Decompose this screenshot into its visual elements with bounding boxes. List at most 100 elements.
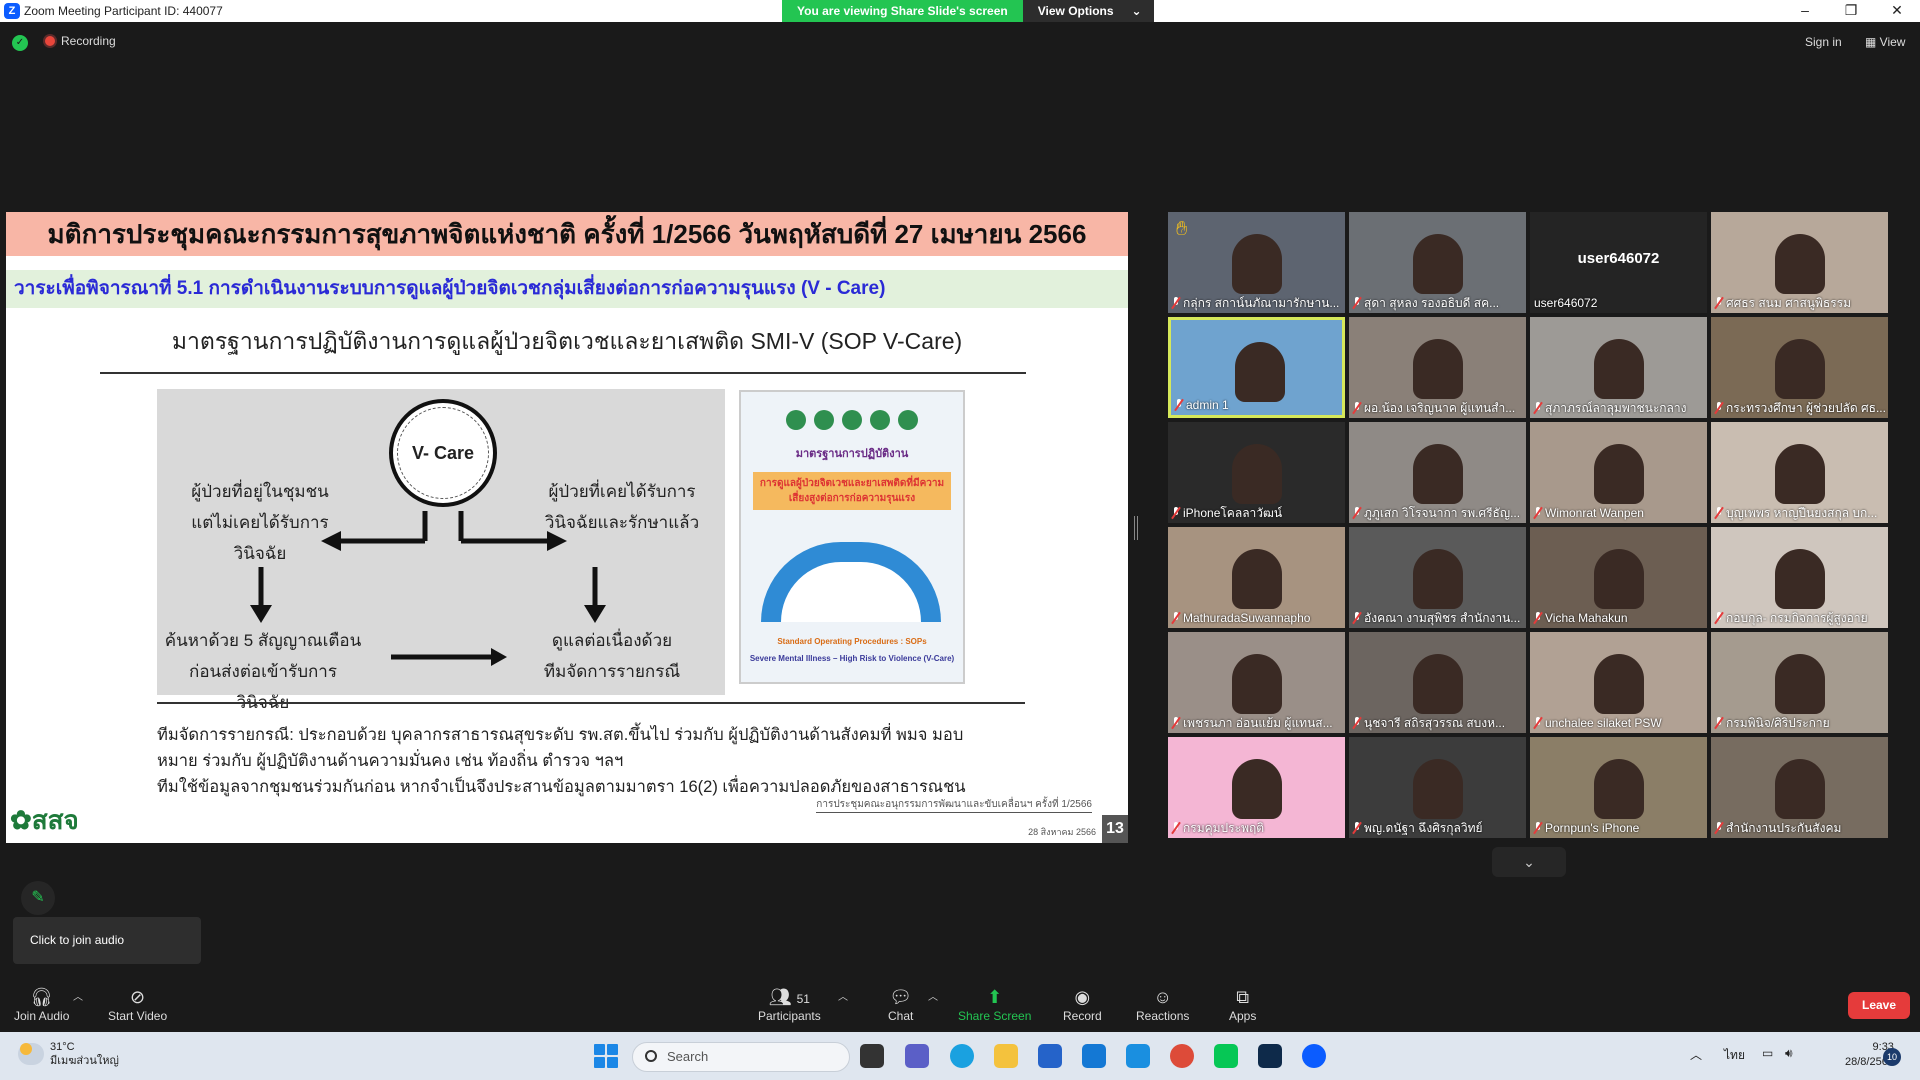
participant-tile[interactable]: ภูภูเสก วิโรจนากา รพ.ศรีธัญ...	[1349, 422, 1526, 523]
restore-icon[interactable]: ❐	[1828, 0, 1874, 22]
file-explorer-icon[interactable]	[994, 1044, 1018, 1068]
zoom-taskbar-icon[interactable]	[1302, 1044, 1326, 1068]
teams-icon[interactable]	[905, 1044, 929, 1068]
mic-muted-icon	[1715, 507, 1723, 519]
start-windows-icon[interactable]	[594, 1044, 618, 1068]
participant-tile[interactable]: Pornpun's iPhone	[1530, 737, 1707, 838]
store-icon[interactable]	[1038, 1044, 1062, 1068]
taskbar-search[interactable]: Search	[632, 1042, 850, 1072]
participant-tile[interactable]: อังคณา งามสุพิชร สำนักงาน...	[1349, 527, 1526, 628]
weather-widget[interactable]: 31°C มีเมฆส่วนใหญ่	[18, 1040, 119, 1068]
participant-tile[interactable]: บุญเพพร หาญปืนยงสกุล บก...	[1711, 422, 1888, 523]
participant-tile[interactable]: สุภาภรณ์ลาลุมพาชนะกลาง	[1530, 317, 1707, 418]
participant-tile[interactable]: กรมคุมประพฤติ	[1168, 737, 1345, 838]
sign-in-button[interactable]: Sign in	[1805, 35, 1842, 49]
minimize-icon[interactable]: –	[1782, 0, 1828, 22]
mic-muted-icon	[1353, 612, 1361, 624]
diagram-bottom-right-line1: ดูแลต่อเนื่องด้วย	[551, 631, 673, 650]
participant-gallery: ✋︎ กลุ่กร สกาน์นภัณามารักษาน... สุดา สุหลง…	[1168, 212, 1894, 846]
participant-tile[interactable]: สุดา สุหลง รองอธิบดี สค...	[1349, 212, 1526, 313]
participant-tile[interactable]: unchalee silaket PSW	[1530, 632, 1707, 733]
participant-silhouette	[1232, 759, 1282, 819]
participant-name: พญ.ดนัฐา ฉึงศิรกุลวิทย์	[1364, 820, 1483, 835]
participant-tile[interactable]: สำนักงานประกันสังคม	[1711, 737, 1888, 838]
participant-name: อังคณา งามสุพิชร สำนักงาน...	[1364, 610, 1521, 625]
participant-tile[interactable]: กระทรวงศึกษา ผู้ช่วยปลัด ศธ...	[1711, 317, 1888, 418]
leave-button[interactable]: Leave	[1848, 992, 1910, 1019]
annotate-pencil-icon[interactable]: ✎	[21, 881, 55, 915]
recording-indicator[interactable]: Recording	[45, 34, 116, 48]
participant-silhouette	[1775, 549, 1825, 609]
participant-tile[interactable]: พญ.ดนัฐา ฉึงศิรกุลวิทย์	[1349, 737, 1526, 838]
participant-tile[interactable]: กอบกุล- กรมกิจการผู้สูงอาย	[1711, 527, 1888, 628]
edge-icon[interactable]	[950, 1044, 974, 1068]
close-icon[interactable]: ✕	[1874, 0, 1920, 22]
reactions-button[interactable]: ☺ Reactions	[1136, 985, 1189, 1023]
recording-label: Recording	[61, 34, 116, 48]
participant-tile[interactable]: MathuradaSuwannapho	[1168, 527, 1345, 628]
participant-name: นุชจารี สถิรสุวรรณ สบงห...	[1364, 715, 1506, 730]
participant-tile[interactable]: iPhoneโคลลาวัฒน์	[1168, 422, 1345, 523]
security-shield-icon[interactable]: ✓	[12, 35, 28, 51]
chat-options-caret[interactable]: ︿	[928, 988, 938, 1003]
record-button[interactable]: ◉ Record	[1063, 985, 1102, 1023]
participant-name-label: เพชรนภา อ่อนแย้ม ผู้แทนส...	[1170, 714, 1337, 732]
lightroom-icon[interactable]	[1258, 1044, 1282, 1068]
diagram-bottom-left-line1: ค้นหาด้วย 5 สัญญาณเตือน	[164, 631, 362, 650]
mail-icon[interactable]	[1082, 1044, 1106, 1068]
apps-button[interactable]: ⧉ Apps	[1229, 985, 1256, 1023]
participant-tile[interactable]: ศศธร สนม ศาสนูพิธรรม	[1711, 212, 1888, 313]
participant-name-label: บุญเพพร หาญปืนยงสกุล บก...	[1713, 504, 1881, 522]
slide-footer: การประชุมคณะอนุกรรมการพัฒนาและขับเคลื่อน…	[816, 797, 1092, 813]
participant-silhouette	[1594, 549, 1644, 609]
note-line2: หมาย ร่วมกับ ผู้ปฏิบัติงานด้านความมั่นคง…	[157, 752, 624, 770]
join-audio-button[interactable]: 🎧︎ Join Audio	[14, 985, 69, 1023]
view-button[interactable]: ▦ View	[1865, 35, 1905, 49]
participant-name: ภูภูเสก วิโรจนากา รพ.ศรีธัญ...	[1364, 505, 1521, 520]
gallery-scroll-down-button[interactable]: ⌄	[1492, 847, 1566, 877]
diagram-bottom-right-line2: ทีมจัดการรายกรณี	[543, 662, 681, 681]
mic-muted-icon	[1715, 402, 1723, 414]
search-icon	[645, 1050, 657, 1062]
volume-icon[interactable]: 🔊︎	[1785, 1046, 1793, 1061]
participant-tile[interactable]: Vicha Mahakun	[1530, 527, 1707, 628]
participant-tile[interactable]: ✋︎ กลุ่กร สกาน์นภัณามารักษาน...	[1168, 212, 1345, 313]
participant-silhouette	[1413, 444, 1463, 504]
input-language[interactable]: ไทย	[1724, 1046, 1745, 1065]
share-screen-button[interactable]: ⬆ Share Screen	[958, 985, 1031, 1023]
participant-tile[interactable]: user646072 user646072	[1530, 212, 1707, 313]
network-icon[interactable]: ▭	[1762, 1046, 1773, 1060]
participant-tile[interactable]: เพชรนภา อ่อนแย้ม ผู้แทนส...	[1168, 632, 1345, 733]
participant-tile[interactable]: ผอ.น้อง เจริญนาค ผู้แทนสำ...	[1349, 317, 1526, 418]
participant-tile[interactable]: admin 1	[1168, 317, 1345, 418]
mdp-icon[interactable]	[1126, 1044, 1150, 1068]
participant-name-label: unchalee silaket PSW	[1532, 714, 1666, 732]
audio-options-caret[interactable]: ︿	[73, 988, 83, 1003]
view-options-button[interactable]: View Options ⌄	[1022, 0, 1154, 22]
participant-silhouette	[1413, 549, 1463, 609]
notification-badge[interactable]: 10	[1883, 1048, 1901, 1066]
chrome-icon[interactable]	[1170, 1044, 1194, 1068]
participant-tile[interactable]: นุชจารี สถิรสุวรรณ สบงห...	[1349, 632, 1526, 733]
line-icon[interactable]	[1214, 1044, 1238, 1068]
participant-silhouette	[1775, 234, 1825, 294]
panel-splitter[interactable]	[1134, 516, 1138, 540]
start-video-button[interactable]: ⊘ Start Video	[108, 985, 167, 1023]
participant-tile[interactable]: กรมพินิจ/ศิริประกาย	[1711, 632, 1888, 733]
tray-overflow-icon[interactable]: ︿	[1690, 1046, 1702, 1063]
participant-name-label: admin 1	[1173, 396, 1233, 414]
chat-button[interactable]: 💬︎ Chat	[888, 985, 913, 1023]
participant-name-label: พญ.ดนัฐา ฉึงศิรกุลวิทย์	[1351, 819, 1487, 837]
diagram-left-line1: ผู้ป่วยที่อยู่ในชุมชน	[191, 482, 329, 501]
participants-options-caret[interactable]: ︿	[838, 988, 848, 1003]
participant-tile[interactable]: Wimonrat Wanpen	[1530, 422, 1707, 523]
participants-button[interactable]: 👥︎ 51 Participants	[758, 985, 821, 1023]
participant-name-label: Wimonrat Wanpen	[1532, 504, 1648, 522]
headphones-icon: 🎧︎	[30, 987, 54, 1007]
participant-name: unchalee silaket PSW	[1545, 716, 1662, 730]
participant-name: ผอ.น้อง เจริญนาค ผู้แทนสำ...	[1364, 400, 1516, 415]
participant-silhouette	[1413, 234, 1463, 294]
task-view-icon[interactable]	[860, 1044, 884, 1068]
participant-silhouette	[1232, 549, 1282, 609]
participant-count: 51	[796, 992, 810, 1006]
